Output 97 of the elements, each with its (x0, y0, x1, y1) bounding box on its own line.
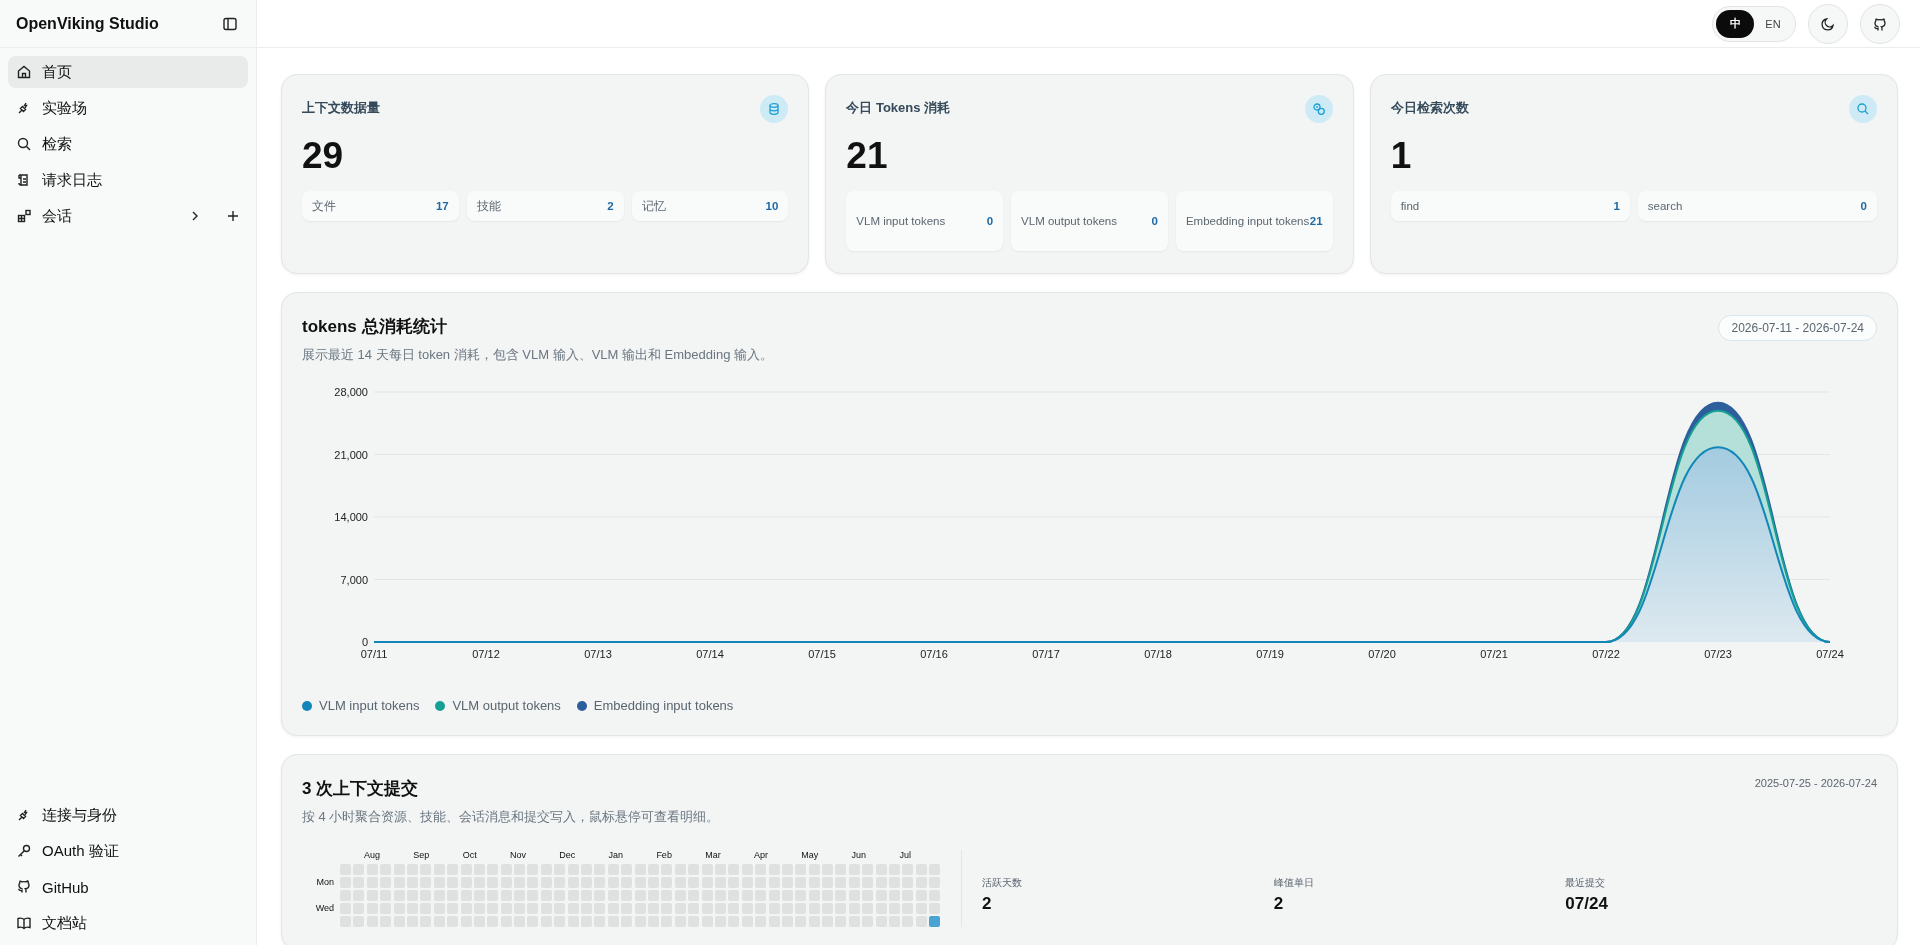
month-label: Jan (608, 850, 624, 862)
moon-icon (1820, 15, 1836, 32)
date-range-badge: 2026-07-11 - 2026-07-24 (1718, 315, 1877, 341)
nav-item[interactable]: OAuth 验证 (8, 835, 248, 867)
weekday-label: Mon (316, 877, 334, 887)
card-title: 今日检索次数 (1390, 99, 1469, 117)
x-tick-label: 07/13 (584, 648, 612, 660)
metric-value: 0 (1860, 200, 1867, 212)
stat-value: 1 (1390, 135, 1413, 177)
x-tick-label: 07/16 (920, 648, 948, 660)
y-tick-label: 7,000 (340, 573, 368, 586)
x-tick-label: 07/21 (1480, 648, 1508, 660)
section-subtitle: 按 4 小时聚合资源、技能、会话消息和提交写入，鼠标悬停可查看明细。 (302, 808, 720, 826)
x-tick-label: 07/12 (472, 648, 500, 660)
x-tick-label: 07/11 (360, 648, 388, 660)
legend-label[interactable]: VLM input tokens (319, 698, 420, 713)
legend-label[interactable]: Embedding input tokens (593, 698, 734, 713)
x-tick-label: 07/18 (1144, 648, 1172, 660)
nav-item[interactable]: 请求日志 (8, 164, 248, 196)
x-tick-label: 07/15 (808, 648, 836, 660)
nav-item[interactable]: 首页 (8, 56, 248, 88)
stat-value: 21 (846, 135, 889, 177)
month-label: Jun (851, 850, 867, 862)
search-icon (1849, 95, 1877, 123)
heatmap-cell[interactable] (929, 916, 941, 927)
plus-icon[interactable] (226, 209, 240, 223)
book-icon (16, 915, 32, 931)
language-option[interactable]: EN (1754, 9, 1792, 38)
weekday-label: Wed (315, 903, 334, 913)
month-label: Sep (413, 850, 430, 862)
stat-value: 2 (982, 894, 993, 914)
stat-value: 29 (302, 135, 345, 177)
stat-label: 最近提交 (1565, 876, 1607, 890)
x-tick-label: 07/20 (1368, 648, 1396, 660)
month-label: Mar (705, 850, 721, 862)
home-icon (16, 64, 32, 80)
app-title: OpenViking Studio (16, 14, 159, 33)
search-icon (16, 136, 32, 152)
metric-label: VLM input tokens (856, 215, 946, 227)
month-label: Oct (462, 850, 477, 862)
nav-item[interactable]: 连接与身份 (8, 799, 248, 831)
metric-value: 2 (607, 200, 614, 212)
x-tick-label: 07/24 (1816, 648, 1844, 660)
metric-value: 0 (1151, 215, 1158, 227)
month-label: Aug (364, 850, 380, 862)
month-label: Nov (509, 850, 526, 862)
date-range: 2025-07-25 - 2026-07-24 (1754, 777, 1877, 789)
metric-value: 21 (1309, 215, 1323, 227)
x-tick-label: 07/14 (696, 648, 724, 660)
card-title: 今日 Tokens 消耗 (846, 99, 951, 117)
legend-label[interactable]: VLM output tokens (452, 698, 561, 713)
metric-value: 0 (986, 215, 994, 227)
y-tick-label: 14,000 (334, 511, 368, 523)
nav-item[interactable]: 实验场 (8, 92, 248, 124)
coins-icon (1304, 95, 1333, 123)
month-label: Feb (656, 850, 672, 862)
nav-item[interactable]: 文档站 (8, 907, 248, 939)
github-button[interactable] (1860, 3, 1900, 44)
x-tick-label: 07/23 (1704, 648, 1732, 660)
chart-subtitle: 展示最近 14 天每日 token 消耗，包含 VLM 输入、VLM 输出和 Embedding 输入。 (302, 346, 773, 364)
chart-title: tokens 总消耗统计 (302, 316, 448, 338)
metric-value: 1 (1613, 200, 1620, 212)
x-tick-label: 07/17 (1032, 648, 1060, 660)
y-tick-label: 0 (361, 636, 368, 648)
theme-toggle-button[interactable] (1808, 3, 1848, 44)
nav-item[interactable]: 检索 (8, 128, 248, 160)
metric-label: search (1647, 200, 1683, 212)
month-label: Apr (754, 850, 768, 862)
month-label: Dec (559, 850, 576, 862)
nav-item[interactable]: GitHub (8, 871, 248, 903)
card-title: 上下文数据量 (302, 99, 380, 117)
x-tick-label: 07/22 (1592, 648, 1620, 660)
metric-label: 记忆 (641, 198, 666, 214)
y-tick-label: 21,000 (334, 448, 368, 461)
metric-label: VLM output tokens (1021, 215, 1117, 227)
stat-label: 活跃天数 (982, 876, 1023, 890)
metric-label: find (1400, 200, 1420, 212)
metric-value: 10 (765, 200, 779, 212)
x-tick-label: 07/19 (1256, 648, 1284, 660)
metric-value: 17 (435, 200, 449, 212)
github-icon (16, 879, 32, 895)
month-label: Jul (899, 850, 911, 862)
key-icon (16, 843, 32, 859)
language-option[interactable]: 中 (1716, 9, 1754, 38)
database-icon (760, 95, 789, 123)
github-icon (1872, 15, 1888, 32)
nav-item[interactable]: 会话 (8, 200, 248, 232)
y-tick-label: 28,000 (334, 386, 368, 398)
metric-label: Embedding input tokens (1185, 215, 1310, 227)
section-title: 3 次上下文提交 (302, 778, 420, 800)
stat-value: 2 (1273, 894, 1285, 914)
stat-label: 峰值单日 (1273, 876, 1315, 890)
stat-value: 07/24 (1565, 894, 1609, 914)
metric-label: 技能 (476, 198, 501, 214)
blocks-icon (16, 208, 32, 224)
month-label: May (801, 850, 819, 862)
metric-label: 文件 (312, 198, 336, 214)
